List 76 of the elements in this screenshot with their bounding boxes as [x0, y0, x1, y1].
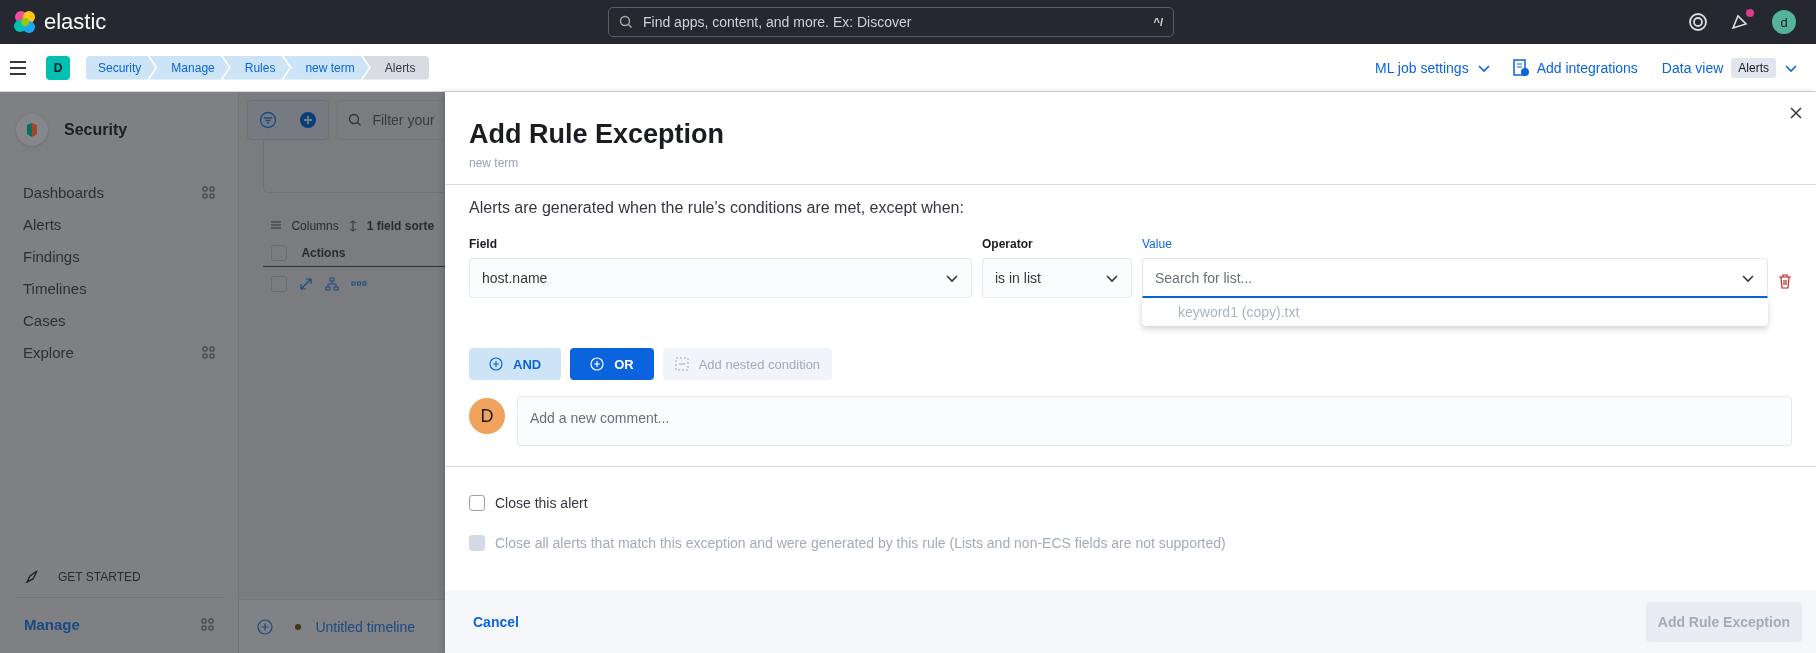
flyout-title: Add Rule Exception — [469, 119, 726, 150]
checkbox-label: Close this alert — [495, 495, 588, 511]
shortcut-hint: ^/ — [1153, 16, 1163, 28]
notification-dot — [1746, 9, 1754, 17]
nested-icon — [674, 357, 689, 371]
columns-button[interactable]: Columns — [291, 219, 339, 233]
data-view-label: Data view — [1661, 59, 1724, 76]
breadcrumb[interactable]: Alerts — [362, 55, 430, 80]
comment-field[interactable]: Add a new comment... — [517, 396, 1792, 446]
breadcrumb[interactable]: new term — [283, 55, 369, 80]
sidebar-item[interactable]: Cases — [23, 311, 66, 329]
filter-icon — [259, 111, 278, 129]
sidebar-item[interactable]: Dashboards — [23, 183, 104, 201]
hierarchy-icon[interactable] — [325, 277, 340, 291]
elastic-logo-icon — [12, 9, 38, 35]
user-avatar: D — [469, 398, 505, 434]
grid-icon[interactable] — [202, 345, 216, 359]
close-icon[interactable] — [1790, 107, 1802, 119]
sort-button[interactable]: 1 field sorte — [366, 219, 435, 233]
trash-icon[interactable] — [1778, 273, 1792, 289]
menu-icon[interactable] — [10, 60, 26, 75]
manage-link[interactable]: Manage — [24, 616, 80, 633]
chevron-down-icon — [1741, 272, 1755, 283]
add-integrations-link[interactable]: Add integrations — [1536, 59, 1638, 76]
sidebar-title: Security — [64, 121, 128, 139]
cancel-link[interactable]: Cancel — [473, 613, 519, 630]
field-label: Field — [469, 237, 498, 251]
plus-icon — [299, 111, 318, 129]
plus-circle-icon[interactable] — [257, 618, 274, 635]
sidebar-item[interactable]: Explore — [23, 343, 74, 361]
data-view-badge[interactable]: Alerts — [1731, 57, 1776, 78]
filter-button-group[interactable] — [247, 100, 330, 140]
breadcrumb[interactable]: Security — [86, 55, 156, 80]
list-icon — [271, 221, 282, 231]
breadcrumb[interactable]: Manage — [149, 55, 229, 80]
value-select[interactable]: Search for list... — [1142, 258, 1768, 298]
checkbox[interactable] — [469, 495, 485, 511]
search-field[interactable]: Find apps, content, and more. Ex: Discover ^/ — [608, 7, 1174, 37]
timeline-link[interactable]: Untitled timeline — [315, 618, 415, 635]
or-button[interactable]: OR — [570, 348, 654, 380]
column-header: Actions — [301, 246, 346, 260]
help-icon[interactable] — [1688, 12, 1708, 32]
get-started-link[interactable]: GET STARTED — [58, 570, 141, 584]
logo-text: elastic — [44, 9, 107, 35]
chevron-down-icon[interactable] — [1784, 62, 1798, 73]
operator-select[interactable]: is in list — [982, 258, 1132, 298]
chevron-down-icon — [1105, 273, 1119, 283]
field-select[interactable]: host.name — [469, 258, 972, 298]
breadcrumb[interactable]: Rules — [222, 55, 290, 80]
status-dot — [295, 623, 302, 630]
checkbox-label: Close all alerts that match this exception and were generated by this rule (Lists and non-ECS fields are not supported) — [495, 535, 1226, 551]
dropdown-option[interactable]: keyword1 (copy).txt — [1142, 304, 1768, 320]
sort-icon — [348, 220, 357, 232]
space-badge[interactable]: D — [46, 55, 70, 80]
chevron-down-icon[interactable] — [1476, 62, 1491, 73]
grid-icon[interactable] — [201, 618, 215, 631]
flyout-subtitle: new term — [469, 156, 520, 170]
search-icon — [619, 15, 633, 29]
security-logo-icon — [16, 114, 48, 146]
plus-circle-icon — [590, 357, 605, 371]
description-text: Alerts are generated when the rule's conditions are met, except when: — [469, 199, 965, 217]
plus-circle-icon — [489, 357, 503, 371]
sidebar-item[interactable]: Findings — [23, 247, 80, 265]
value-label: Value — [1142, 237, 1173, 251]
sidebar-item[interactable]: Alerts — [23, 215, 62, 233]
and-button[interactable]: AND — [469, 348, 562, 380]
expand-icon[interactable] — [299, 277, 314, 291]
ml-job-settings-link[interactable]: ML job settings — [1375, 59, 1469, 76]
sidebar-item[interactable]: Timelines — [23, 279, 87, 297]
more-icon[interactable] — [351, 281, 368, 287]
integrations-icon — [1512, 58, 1529, 77]
grid-icon[interactable] — [202, 185, 216, 199]
operator-label: Operator — [982, 237, 1034, 251]
user-avatar[interactable]: d — [1772, 10, 1796, 34]
chevron-down-icon — [945, 273, 959, 283]
search-icon — [348, 113, 363, 127]
